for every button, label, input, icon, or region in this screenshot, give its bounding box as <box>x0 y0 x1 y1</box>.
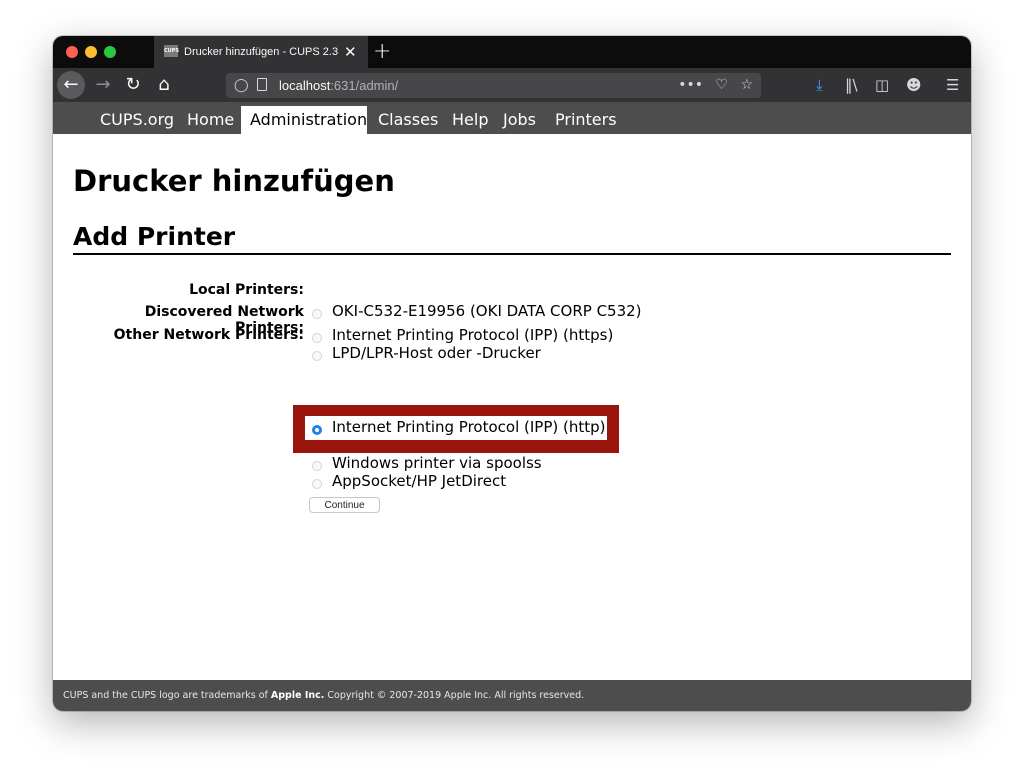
radio-lpd[interactable] <box>312 351 322 361</box>
tab-strip: CUPS Drucker hinzufügen - CUPS 2.3 ✕ + <box>53 36 971 68</box>
back-button[interactable]: ← <box>57 71 85 99</box>
cups-header-menu: CUPS.org Home Administration Classes Hel… <box>53 102 971 134</box>
option-appsocket-label: AppSocket/HP JetDirect <box>332 472 507 490</box>
radio-ipp-https[interactable] <box>312 333 322 343</box>
page-content: Drucker hinzufügen Add Printer Local Pri… <box>53 134 971 680</box>
url-text[interactable]: localhost:631/admin/ <box>279 73 398 98</box>
footer-prefix: CUPS and the CUPS logo are trademarks of <box>63 690 271 701</box>
page-title: Drucker hinzufügen <box>73 164 395 198</box>
nav-cups-org[interactable]: CUPS.org <box>91 106 183 134</box>
local-printers-label: Local Printers: <box>189 282 304 298</box>
close-tab-icon[interactable]: ✕ <box>344 36 357 68</box>
sidebar-icon[interactable]: ◫ <box>875 68 889 102</box>
tab-title: Drucker hinzufügen - CUPS 2.3 <box>184 46 339 58</box>
nav-home[interactable]: Home <box>178 106 243 134</box>
download-icon[interactable]: ⤓ <box>816 68 823 102</box>
browser-window: CUPS Drucker hinzufügen - CUPS 2.3 ✕ + ←… <box>53 36 971 711</box>
minimize-window-button[interactable] <box>85 46 97 58</box>
section-heading: Add Printer <box>73 222 951 255</box>
account-icon[interactable]: ☻ <box>906 68 922 102</box>
url-path: :631/admin/ <box>330 78 399 93</box>
new-tab-button[interactable]: + <box>373 36 391 68</box>
footer-suffix: Copyright © 2007-2019 Apple Inc. All rig… <box>324 690 585 701</box>
continue-button[interactable]: Continue <box>309 497 380 513</box>
library-icon[interactable]: ‖\ <box>845 68 858 102</box>
option-oki-c532-label: OKI-C532-E19956 (OKI DATA CORP C532) <box>332 302 642 320</box>
option-lpd-label: LPD/LPR-Host oder -Drucker <box>332 344 541 362</box>
navigation-toolbar: ← → ↻ ⌂ ◯ localhost:631/admin/ ••• ♡ ☆ ⤓… <box>53 68 971 102</box>
radio-appsocket[interactable] <box>312 479 322 489</box>
nav-administration[interactable]: Administration <box>241 106 367 134</box>
cups-favicon-icon: CUPS <box>164 45 179 57</box>
forward-button[interactable]: → <box>93 68 113 102</box>
other-printers-label: Other Network Printers: <box>113 327 304 343</box>
page-footer: CUPS and the CUPS logo are trademarks of… <box>53 680 971 711</box>
option-ipp-https-label: Internet Printing Protocol (IPP) (https) <box>332 326 614 344</box>
pocket-icon[interactable]: ♡ <box>715 77 728 93</box>
footer-company: Apple Inc. <box>270 690 325 701</box>
nav-printers[interactable]: Printers <box>546 106 626 134</box>
option-windows-spoolss-label: Windows printer via spoolss <box>332 454 542 472</box>
url-bar[interactable]: ◯ localhost:631/admin/ ••• ♡ ☆ <box>226 73 761 98</box>
nav-jobs[interactable]: Jobs <box>494 106 545 134</box>
page-actions-icon[interactable]: ••• <box>678 77 703 93</box>
radio-windows-spoolss[interactable] <box>312 461 322 471</box>
menu-icon[interactable]: ☰ <box>946 68 959 102</box>
tab-active[interactable]: CUPS Drucker hinzufügen - CUPS 2.3 ✕ <box>154 36 368 68</box>
home-button[interactable]: ⌂ <box>153 68 175 102</box>
radio-oki-c532[interactable] <box>312 309 322 319</box>
page-info-icon[interactable] <box>257 78 267 91</box>
radio-ipp-http[interactable] <box>312 425 322 435</box>
reload-button[interactable]: ↻ <box>123 68 143 102</box>
tracking-shield-icon[interactable]: ◯ <box>234 73 249 98</box>
close-window-button[interactable] <box>66 46 78 58</box>
url-actions: ••• ♡ ☆ <box>678 73 753 98</box>
nav-help[interactable]: Help <box>443 106 497 134</box>
nav-classes[interactable]: Classes <box>369 106 447 134</box>
bookmark-star-icon[interactable]: ☆ <box>740 77 753 93</box>
option-ipp-http-label: Internet Printing Protocol (IPP) (http) <box>332 418 606 436</box>
url-host: localhost <box>279 78 331 93</box>
zoom-window-button[interactable] <box>104 46 116 58</box>
